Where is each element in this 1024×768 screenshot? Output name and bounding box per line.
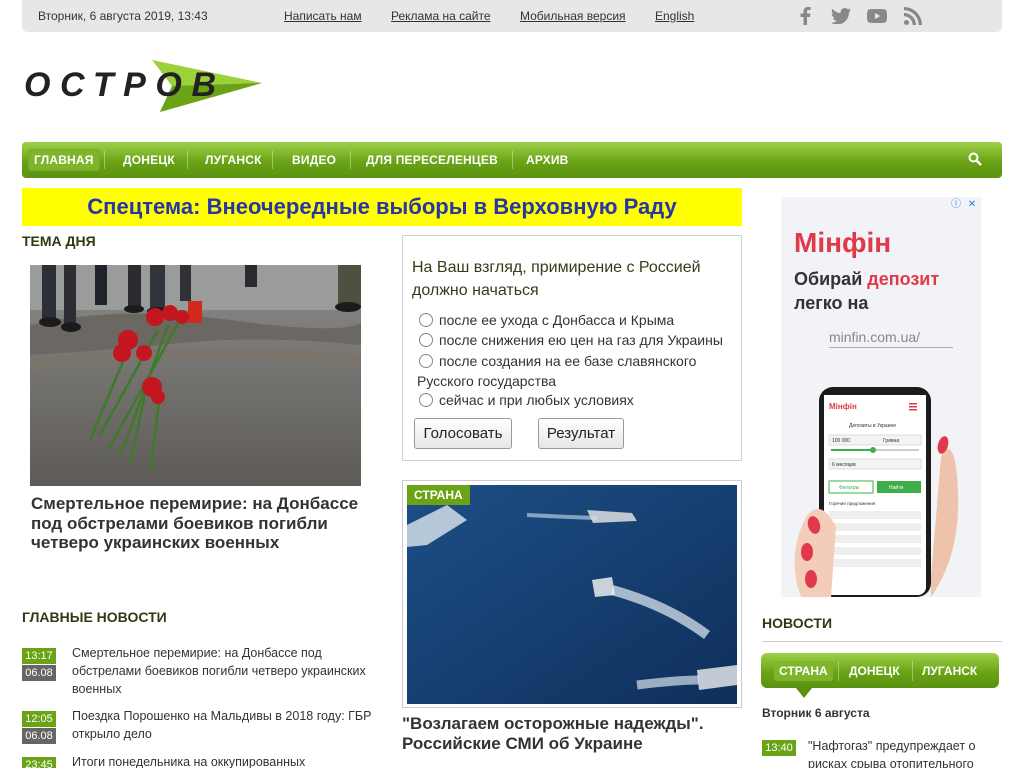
main-news-title: ГЛАВНЫЕ НОВОСТИ xyxy=(22,609,167,625)
news-time: 12:05 xyxy=(22,711,56,727)
nav-item-archive[interactable]: АРХИВ xyxy=(520,149,575,171)
theme-day-photo[interactable] xyxy=(30,265,361,486)
main-nav: ГЛАВНАЯ ДОНЕЦК ЛУГАНСК ВИДЕО ДЛЯ ПЕРЕСЕЛ… xyxy=(22,142,1002,178)
ad-url: minfin.com.ua/ xyxy=(829,329,953,348)
tab-donetsk[interactable]: ДОНЕЦК xyxy=(844,661,905,681)
phone-header: Мінфін xyxy=(829,402,857,411)
contact-link[interactable]: Написать нам xyxy=(284,9,362,23)
site-logo[interactable]: ОСТРОВ xyxy=(22,58,267,114)
news-section-title: НОВОСТИ xyxy=(762,615,833,631)
news-date: 06.08 xyxy=(22,665,56,681)
rss-icon[interactable] xyxy=(902,6,924,26)
english-link[interactable]: English xyxy=(655,9,694,23)
facebook-icon[interactable] xyxy=(794,6,816,26)
nav-item-main[interactable]: ГЛАВНАЯ xyxy=(28,149,100,171)
poll-option-label: после снижения ею цен на газ для Украины xyxy=(439,332,723,348)
youtube-icon[interactable] xyxy=(866,6,888,26)
poll-option-label: после создания на ее базе славянского xyxy=(439,353,697,369)
poll-option-1[interactable]: после ее ухода с Донбасса и Крыма xyxy=(419,312,674,328)
poll-question: На Ваш взгляд, примирение с Россией долж… xyxy=(412,259,701,299)
news-date: 06.08 xyxy=(22,728,56,744)
news-time: 13:40 xyxy=(762,740,796,756)
news-list-item[interactable]: 13:17 06.08 Смертельное перемирие: на До… xyxy=(22,646,372,696)
news-title[interactable]: Поездка Порошенко на Мальдивы в 2018 год… xyxy=(72,707,372,743)
ad-slogan: Обирай депозит легко на xyxy=(794,269,940,313)
twitter-icon[interactable] xyxy=(830,6,852,26)
phone-term: 6 месяцев xyxy=(832,462,856,468)
category-tag[interactable]: СТРАНА xyxy=(407,485,470,505)
news-title[interactable]: Итоги понедельника на оккупированных xyxy=(72,757,372,768)
nav-item-luhansk[interactable]: ЛУГАНСК xyxy=(199,149,268,171)
news-time: 13:17 xyxy=(22,648,56,664)
ad-phone-illustration: Мінфін Депозиты в Украине 100 000 Гривна… xyxy=(794,387,959,597)
news-date-heading: Вторник 6 августа xyxy=(762,706,870,720)
feature-headline[interactable]: "Возлагаем осторожные надежды". Российск… xyxy=(402,714,742,754)
nav-item-donetsk[interactable]: ДОНЕЦК xyxy=(117,149,181,171)
theme-day-headline[interactable]: Смертельное перемирие: на Донбассе под о… xyxy=(31,494,371,553)
radio-button[interactable] xyxy=(419,333,433,347)
phone-currency: Гривна xyxy=(883,438,899,444)
news-list-item[interactable]: 23:45 Итоги понедельника на оккупированн… xyxy=(22,757,372,768)
tab-luhansk[interactable]: ЛУГАНСК xyxy=(917,661,982,681)
poll: На Ваш взгляд, примирение с Россией долж… xyxy=(402,235,742,461)
close-icon[interactable]: ✕ xyxy=(965,198,979,212)
poll-option-label: после ее ухода с Донбасса и Крыма xyxy=(439,312,675,328)
phone-list-title: Горячие предложения xyxy=(829,501,876,506)
vote-button[interactable]: Голосовать xyxy=(414,418,512,449)
phone-filter-btn: Фильтры xyxy=(839,485,860,491)
phone-title: Депозиты в Украине xyxy=(849,423,896,429)
advertisement-banner[interactable]: ⓘ ✕ Мінфін Обирай депозит легко на minfi… xyxy=(781,197,981,597)
mobile-version-link[interactable]: Мобильная версия xyxy=(520,9,626,23)
news-list-item[interactable]: 12:05 06.08 Поездка Порошенко на Мальдив… xyxy=(22,707,372,746)
poll-option-2[interactable]: после снижения ею цен на газ для Украины xyxy=(419,332,723,348)
nav-item-resettlers[interactable]: ДЛЯ ПЕРЕСЕЛЕНЦЕВ xyxy=(360,149,504,171)
radio-button[interactable] xyxy=(419,393,433,407)
nav-item-video[interactable]: ВИДЕО xyxy=(286,149,342,171)
current-date: Вторник, 6 августа 2019, 13:43 xyxy=(38,9,208,23)
tab-country[interactable]: СТРАНА xyxy=(774,661,833,681)
page: Вторник, 6 августа 2019, 13:43 Написать … xyxy=(0,0,1024,768)
radio-button[interactable] xyxy=(419,354,433,368)
poll-option-3-continued: Русского государства xyxy=(417,373,557,389)
phone-find-btn: Найти xyxy=(889,484,903,491)
news-title[interactable]: "Нафтогаз" предупреждает о рисках срыва … xyxy=(808,737,998,768)
top-bar: Вторник, 6 августа 2019, 13:43 Написать … xyxy=(22,0,1002,32)
divider xyxy=(762,641,1002,642)
news-tabs: СТРАНА ДОНЕЦК ЛУГАНСК xyxy=(761,653,999,688)
news-title[interactable]: Смертельное перемирие: на Донбассе под о… xyxy=(72,644,372,698)
ad-controls[interactable]: ⓘ ✕ xyxy=(949,198,979,212)
adchoices-icon[interactable]: ⓘ xyxy=(949,198,963,212)
poll-option-3[interactable]: после создания на ее базе славянского xyxy=(419,353,696,369)
theme-day-title: ТЕМА ДНЯ xyxy=(22,233,96,249)
search-icon[interactable] xyxy=(968,152,982,171)
news-time: 23:45 xyxy=(22,757,56,768)
advertising-link[interactable]: Реклама на сайте xyxy=(391,9,491,23)
ad-brand: Мінфін xyxy=(794,227,892,258)
result-button[interactable]: Результат xyxy=(538,418,624,449)
special-topic-banner[interactable]: Спецтема: Внеочередные выборы в Верховну… xyxy=(22,188,742,226)
active-tab-pointer xyxy=(796,688,812,698)
poll-option-4[interactable]: сейчас и при любых условиях xyxy=(419,392,634,408)
phone-amount: 100 000 xyxy=(832,438,850,444)
radio-button[interactable] xyxy=(419,313,433,327)
poll-option-label: сейчас и при любых условиях xyxy=(439,392,634,408)
feature-photo[interactable]: СТРАНА xyxy=(402,480,742,708)
